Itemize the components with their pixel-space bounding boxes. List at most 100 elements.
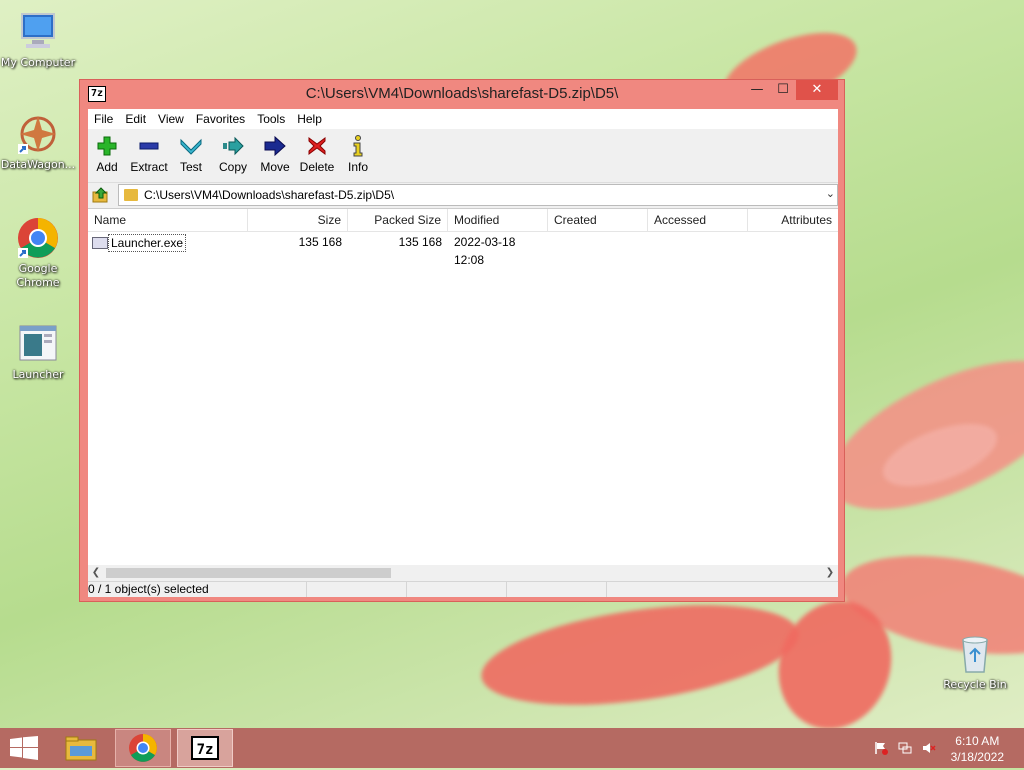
path-text: C:\Users\VM4\Downloads\sharefast-D5.zip\… [144, 188, 395, 202]
desktop-icon-label: Recycle Bin [943, 678, 1007, 691]
computer-icon [16, 10, 60, 54]
status-divider [306, 582, 307, 597]
file-created [548, 233, 648, 251]
column-header-attributes[interactable]: Attributes [748, 209, 838, 231]
file-accessed [648, 233, 748, 251]
recycle-bin-icon [953, 632, 997, 676]
file-attributes [748, 233, 838, 251]
menu-view[interactable]: View [152, 109, 190, 129]
window-title: C:\Users\VM4\Downloads\sharefast-D5.zip\… [305, 85, 619, 102]
copy-arrow-icon [223, 136, 244, 156]
clock-time: 6:10 AM [955, 734, 1000, 748]
status-divider [406, 582, 407, 597]
scroll-left-icon[interactable]: ❮ [88, 565, 104, 581]
menu-file[interactable]: File [88, 109, 119, 129]
folder-up-icon[interactable] [92, 186, 110, 204]
table-row[interactable]: Launcher.exe 135 168 135 168 2022-03-18 … [88, 233, 838, 267]
menu-favorites[interactable]: Favorites [190, 109, 251, 129]
column-header-packed-size[interactable]: Packed Size [348, 209, 448, 231]
desktop-icon-label: My Computer [0, 56, 76, 69]
info-icon [353, 135, 363, 157]
chrome-icon [16, 216, 60, 260]
title-bar[interactable]: 7z C:\Users\VM4\Downloads\sharefast-D5.z… [80, 80, 844, 108]
taskbar-file-explorer[interactable] [53, 729, 109, 767]
scrollbar-thumb[interactable] [106, 568, 391, 578]
file-packed-size: 135 168 [398, 235, 442, 249]
scroll-right-icon[interactable]: ❯ [822, 565, 838, 581]
taskbar: 7z 6:10 AM 3/18/2022 [0, 728, 1024, 768]
delete-button[interactable]: Delete [298, 134, 336, 174]
datawagon-icon [16, 112, 60, 156]
info-button[interactable]: Info [344, 134, 372, 174]
desktop-icon-label: DataWagon... [0, 158, 76, 171]
clock-date: 3/18/2022 [950, 750, 1004, 764]
chrome-icon [129, 734, 157, 762]
add-label: Add [96, 160, 118, 174]
svg-text:7z: 7z [197, 742, 214, 758]
menu-help[interactable]: Help [291, 109, 328, 129]
test-label: Test [179, 160, 202, 174]
folder-icon [124, 189, 138, 201]
copy-label: Copy [218, 160, 247, 174]
column-header-size[interactable]: Size [248, 209, 348, 231]
status-bar: 0 / 1 object(s) selected [88, 581, 838, 597]
volume-muted-icon[interactable] [922, 741, 936, 755]
plus-icon [97, 136, 117, 156]
menu-bar: File Edit View Favorites Tools Help [88, 109, 838, 129]
extract-label: Extract [130, 160, 168, 174]
column-header-row: Name Size Packed Size Modified Created A… [88, 209, 838, 232]
minimize-button[interactable]: — [744, 80, 770, 100]
move-arrow-icon [264, 135, 286, 157]
minus-icon [139, 142, 159, 150]
info-label: Info [347, 160, 368, 174]
app-7zip-icon: 7z [191, 736, 219, 760]
test-button[interactable]: Test [176, 134, 206, 174]
file-size: 135 168 [298, 235, 342, 249]
desktop-icon-label: Google Chrome [16, 262, 60, 289]
desktop-icon-label: Launcher [12, 368, 64, 381]
column-header-accessed[interactable]: Accessed [648, 209, 748, 231]
maximize-button[interactable]: ☐ [770, 80, 796, 100]
add-button[interactable]: Add [92, 134, 122, 174]
move-label: Move [260, 160, 290, 174]
wallpaper-petal [475, 588, 805, 722]
window-client: File Edit View Favorites Tools Help Add Extra… [88, 109, 838, 597]
taskbar-google-chrome[interactable] [115, 729, 171, 767]
network-icon[interactable] [898, 741, 912, 755]
column-header-name[interactable]: Name [88, 209, 248, 231]
action-center-flag-icon[interactable] [874, 741, 888, 755]
menu-tools[interactable]: Tools [251, 109, 291, 129]
toolbar: Add Extract Test Copy Move Delete Info [88, 130, 838, 183]
system-clock[interactable]: 6:10 AM 3/18/2022 [951, 733, 1004, 765]
delete-x-icon [308, 137, 326, 155]
column-header-created[interactable]: Created [548, 209, 648, 231]
desktop-icon-recycle-bin[interactable]: Recycle Bin [937, 632, 1013, 692]
status-divider [606, 582, 607, 597]
application-window-icon [16, 322, 60, 366]
close-button[interactable]: ✕ [796, 80, 838, 100]
copy-button[interactable]: Copy [216, 134, 250, 174]
horizontal-scrollbar[interactable]: ❮ ❯ [88, 565, 838, 581]
move-button[interactable]: Move [258, 134, 292, 174]
extract-button[interactable]: Extract [128, 134, 170, 174]
desktop-icon-google-chrome[interactable]: Google Chrome [0, 216, 76, 290]
column-header-modified[interactable]: Modified [448, 209, 548, 231]
path-input[interactable]: C:\Users\VM4\Downloads\sharefast-D5.zip\… [118, 184, 838, 206]
taskbar-7zip[interactable]: 7z [177, 729, 233, 767]
check-icon [180, 138, 202, 155]
status-divider [506, 582, 507, 597]
delete-label: Delete [299, 160, 335, 174]
desktop-icon-my-computer[interactable]: My Computer [0, 10, 76, 70]
file-explorer-icon [65, 736, 97, 761]
exe-file-icon [92, 237, 108, 249]
desktop-icon-launcher[interactable]: Launcher [0, 322, 76, 382]
desktop-icon-datawagon[interactable]: DataWagon... [0, 112, 76, 172]
menu-edit[interactable]: Edit [119, 109, 152, 129]
file-manager-window: 7z C:\Users\VM4\Downloads\sharefast-D5.z… [79, 79, 845, 602]
file-modified: 2022-03-18 12:08 [454, 235, 516, 267]
file-list[interactable]: Name Size Packed Size Modified Created A… [88, 208, 838, 566]
selection-status: 0 / 1 object(s) selected [88, 582, 209, 596]
file-name[interactable]: Launcher.exe [108, 234, 187, 252]
chevron-down-icon[interactable]: ⌄ [826, 187, 835, 200]
windows-start-icon[interactable] [10, 736, 38, 760]
